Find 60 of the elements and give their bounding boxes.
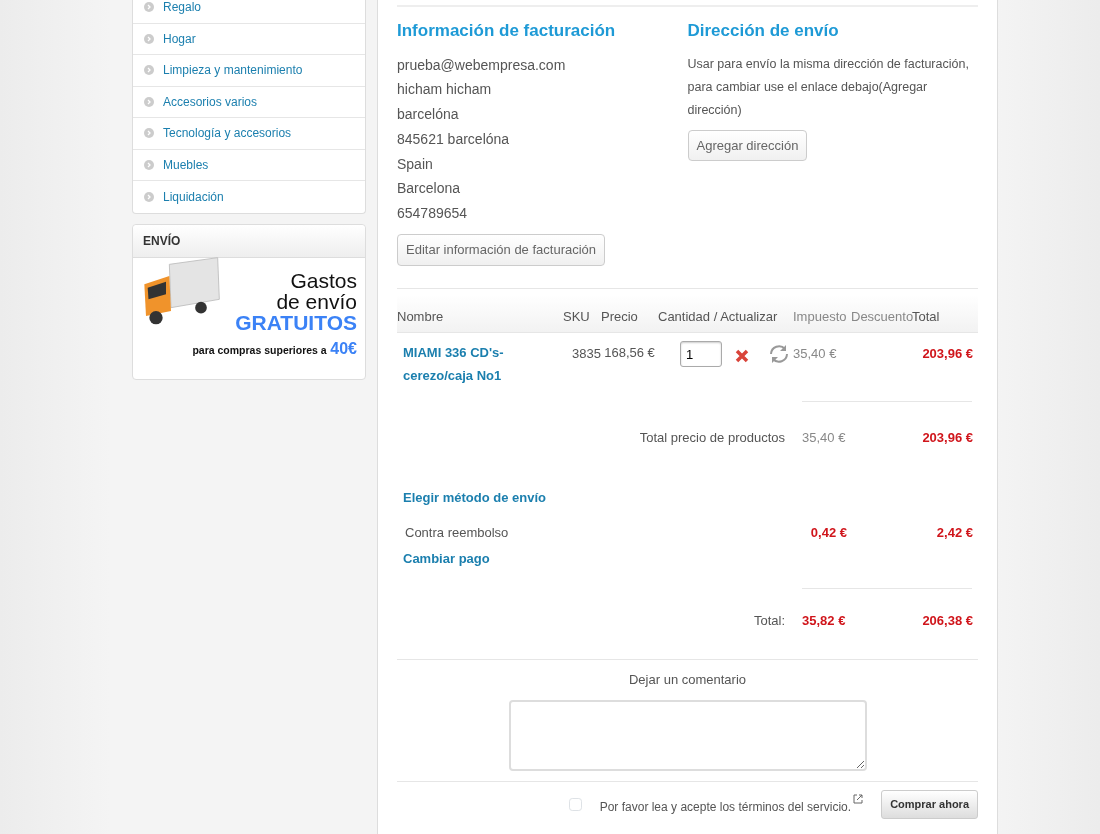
add-address-button[interactable]: Agregar dirección [687, 129, 808, 161]
category-link[interactable]: Hogar [133, 23, 365, 55]
sku-cell-text: 3835 [571, 345, 601, 364]
delete-icon[interactable] [735, 349, 749, 364]
address-line: prueba@webempresa.com [397, 55, 567, 75]
address-line: Barcelona [397, 179, 462, 199]
total-cell-text: 206,38 € [921, 612, 974, 631]
terms-checkbox[interactable] [568, 797, 582, 811]
payment-method: Contra reembolso [404, 524, 510, 543]
quantity-field[interactable]: 1 [680, 341, 722, 368]
category-link[interactable]: Limpieza y mantenimiento [133, 55, 365, 87]
category-link[interactable]: Muebles [133, 149, 365, 181]
bullet-icon [144, 96, 154, 107]
total-cell-text: 2,42 € [935, 524, 974, 543]
column-header: Total [912, 307, 941, 326]
address-line: 654789654 [397, 204, 469, 224]
comment-label: Dejar un comentario [627, 670, 748, 689]
address-line: 845621 barcelóna [397, 129, 511, 149]
shipping-note: Usar para envío la misma dirección de facturación, para cambiar use el enlace debajo(Agregar dirección) [687, 55, 970, 119]
bullet-icon [144, 191, 154, 202]
external-link-icon[interactable] [853, 794, 864, 805]
buy-now-button[interactable]: Comprar ahora [881, 790, 978, 819]
column-header: Nombre [397, 307, 445, 326]
category-link[interactable]: Tecnología y accesorios [133, 118, 365, 150]
column-header: Impuesto [793, 307, 848, 326]
address-line: hicham hicham [397, 80, 493, 100]
section-title: Dirección de envío [687, 20, 840, 42]
shipping-method-link[interactable]: Elegir método de envío [403, 487, 547, 508]
bullet-icon [144, 159, 154, 170]
banner-footnote: para compras superiores a 40€ [191, 338, 357, 359]
bullet-icon [144, 33, 154, 44]
column-header: Descuento [851, 307, 912, 326]
tax-cell-text: 35,82 € [801, 612, 847, 631]
change-payment-link[interactable]: Cambiar pago [403, 548, 490, 569]
tax-cell-text: 0,42 € [809, 524, 848, 543]
tax-cell-text: 35,40 € [801, 429, 847, 448]
address-line: Spain [397, 154, 434, 174]
column-header: SKU [563, 307, 591, 326]
column-header: Cantidad / Actualizar [658, 307, 779, 326]
total-cell-text: 203,96 € [921, 429, 974, 448]
refresh-icon[interactable] [767, 343, 791, 366]
category-link[interactable]: Regalo [133, 0, 365, 24]
comment-field[interactable] [508, 700, 867, 772]
bullet-icon [144, 128, 154, 139]
category-link[interactable]: Accesorios varios [133, 86, 365, 118]
terms-text: Por favor lea y acepte los términos del servicio. [599, 799, 852, 817]
panel-heading: ENVÍO [133, 224, 365, 258]
tax-cell-text: 35,40 € [793, 345, 838, 364]
subtotal-label: Total precio de productos [638, 429, 786, 448]
address-line: barcelóna [397, 105, 460, 125]
total-cell-text: 203,96 € [921, 345, 974, 364]
bullet-icon [144, 65, 154, 76]
column-header: Precio [601, 307, 639, 326]
product-link[interactable]: MIAMI 336 CD's-cerezo/caja No1 [403, 341, 557, 388]
section-title: Información de facturación [397, 20, 617, 42]
total-label: Total: [752, 612, 786, 631]
banner-text: Gastos de envío GRATUITOS [234, 269, 357, 333]
category-link[interactable]: Liquidación [133, 181, 365, 213]
price-cell-text: 168,56 € [603, 344, 656, 363]
edit-billing-button[interactable]: Editar información de facturación [397, 234, 606, 266]
